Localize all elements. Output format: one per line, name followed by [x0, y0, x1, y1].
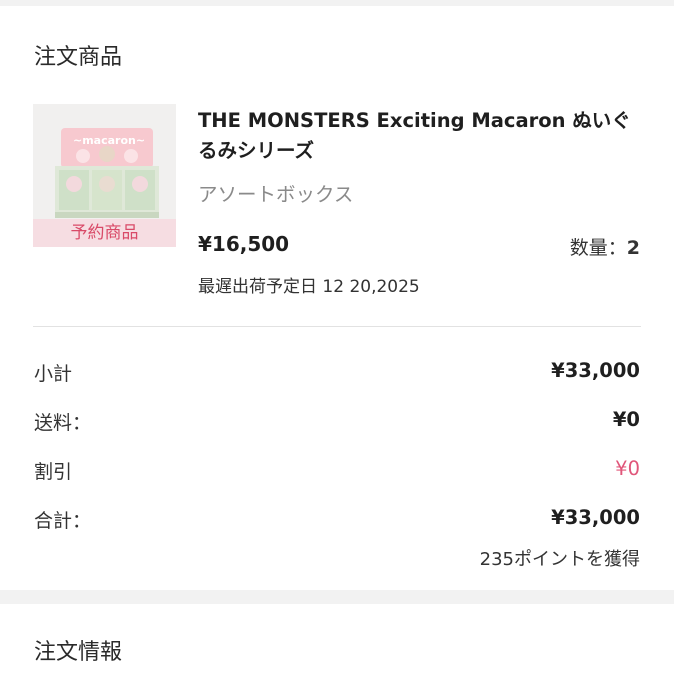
section-spacer — [0, 590, 674, 604]
quantity-label: 数量： — [569, 237, 627, 259]
total-label: 合計： — [34, 510, 92, 532]
product-name[interactable]: THE MONSTERS Exciting Macaron ぬいぐるみシリーズ — [198, 106, 643, 166]
preorder-badge: 予約商品 — [33, 219, 176, 247]
svg-text:~macaron~: ~macaron~ — [73, 134, 145, 147]
product-thumbnail[interactable]: ~macaron~ 予約商品 — [33, 104, 176, 247]
order-info-title: 注文情報 — [34, 640, 123, 665]
subtotal-label: 小計 — [34, 363, 73, 385]
total-value: ¥33,000 — [551, 506, 640, 529]
product-quantity: 数量：2 — [570, 233, 640, 260]
discount-label: 割引 — [34, 461, 73, 483]
discount-value: ¥0 — [615, 457, 640, 480]
shipping-value: ¥0 — [612, 408, 640, 431]
subtotal-value: ¥33,000 — [551, 359, 640, 382]
order-info-card: 注文情報 — [0, 604, 674, 674]
order-items-card: 注文商品 ~macaron~ 予約商品 THE MONSTERS Excitin… — [0, 6, 674, 590]
points-earned: 235ポイントを獲得 — [479, 549, 640, 570]
order-items-title: 注文商品 — [34, 45, 123, 70]
product-variant: アソートボックス — [198, 183, 354, 206]
product-price: ¥16,500 — [198, 232, 290, 256]
divider — [33, 326, 641, 327]
shipping-label: 送料： — [34, 412, 92, 434]
ship-date: 最遅出荷予定日 12 20,2025 — [198, 277, 420, 297]
quantity-value: 2 — [626, 237, 640, 259]
